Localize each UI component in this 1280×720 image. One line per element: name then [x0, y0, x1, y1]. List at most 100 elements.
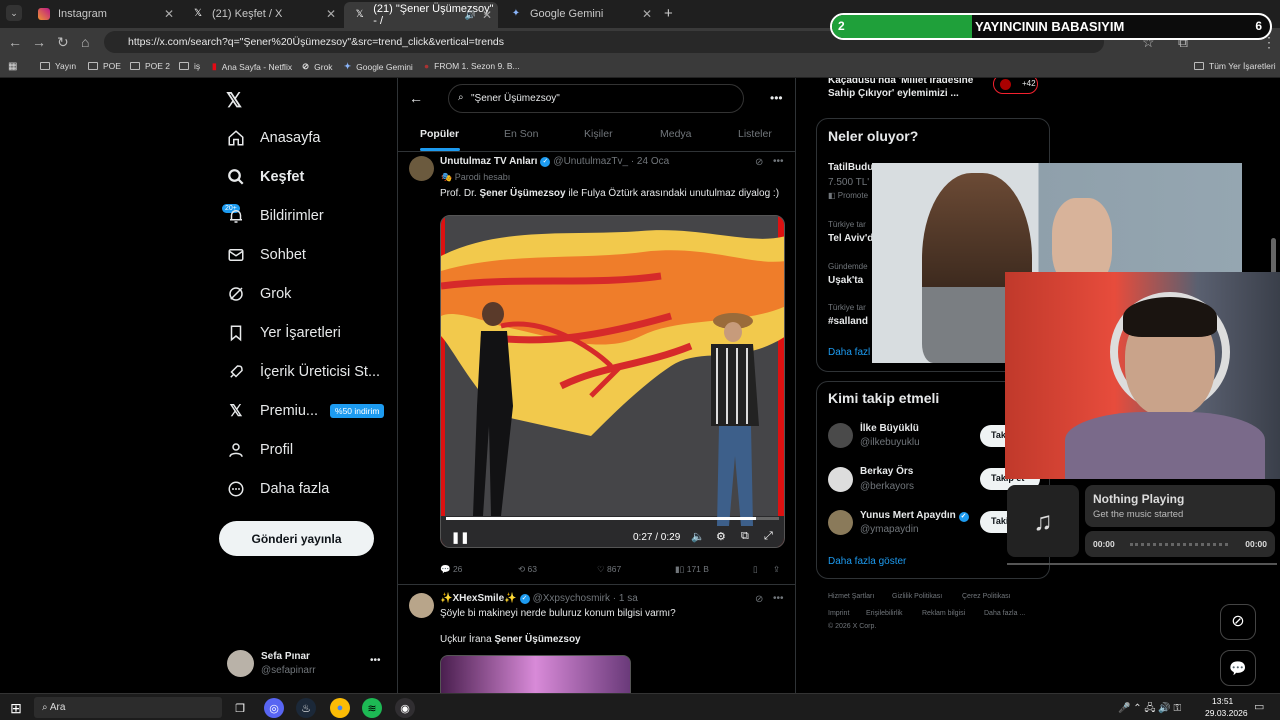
sidebar-item-profile[interactable]: Profil — [226, 440, 293, 460]
sidebar-item-bookmarks[interactable]: Yer İşaretleri — [226, 323, 341, 343]
clock-time[interactable]: 13:51 — [1212, 696, 1233, 706]
tab-latest[interactable]: En Son — [504, 128, 538, 140]
tab-instagram[interactable]: Instagram ✕ — [28, 3, 180, 25]
close-icon[interactable]: ✕ — [482, 8, 492, 22]
chrome-icon[interactable]: ● — [330, 698, 350, 718]
like-button[interactable]: ♡ 867 — [597, 564, 621, 575]
search-icon: ⌕ — [458, 92, 464, 103]
tab-gemini[interactable]: ✦ Google Gemini ✕ — [500, 3, 658, 25]
bookmark-poe[interactable]: POE — [88, 61, 121, 71]
sidebar-item-grok[interactable]: Grok — [226, 284, 291, 304]
bookmark-poe2[interactable]: POE 2 — [130, 61, 170, 71]
obs-icon[interactable]: ◉ — [395, 698, 415, 718]
close-icon[interactable]: ✕ — [642, 7, 652, 21]
avatar[interactable] — [828, 467, 853, 492]
follow-name[interactable]: Yunus Mert Apaydın ✓ — [860, 510, 969, 522]
more-options-icon[interactable]: ••• — [770, 91, 783, 105]
tweet-image[interactable] — [440, 655, 631, 693]
account-menu-icon[interactable]: ••• — [370, 655, 381, 666]
forward-icon[interactable]: → — [32, 34, 46, 50]
trends-show-more[interactable]: Daha fazl — [828, 347, 870, 358]
divider — [397, 151, 796, 152]
video-progress-track[interactable] — [446, 517, 779, 520]
tweet-more-icon[interactable]: ••• — [773, 593, 784, 604]
sidebar-item-home[interactable]: Anasayfa — [226, 128, 320, 148]
popout-icon[interactable]: ⧉ — [741, 530, 749, 543]
avatar[interactable] — [409, 593, 434, 618]
tab-lists[interactable]: Listeler — [738, 128, 772, 140]
trend-item[interactable]: TatilBudu — [828, 162, 873, 173]
tab-kesfet[interactable]: 𝕏 (21) Keşfet / X ✕ — [182, 3, 342, 25]
bookmark-yayin[interactable]: Yayın — [40, 61, 76, 71]
settings-icon[interactable]: ⚙ — [716, 530, 726, 543]
windows-start-icon[interactable]: ⊞ — [6, 698, 26, 718]
avatar — [1000, 79, 1011, 90]
reload-icon[interactable]: ↻ — [57, 34, 69, 51]
spotify-icon[interactable]: ≋ — [362, 698, 382, 718]
tab-list-button[interactable]: ⌄ — [6, 5, 22, 21]
pause-icon[interactable]: ❚❚ — [451, 531, 469, 544]
bookmark-from[interactable]: ● FROM 1. Sezon 9. B... — [424, 61, 520, 71]
avatar[interactable] — [828, 510, 853, 535]
avatar[interactable] — [828, 423, 853, 448]
sidebar-item-messages[interactable]: Sohbet — [226, 245, 306, 265]
trend-item[interactable]: 7.500 TL' — [828, 177, 869, 188]
new-tab-button[interactable]: + — [664, 5, 673, 22]
avatar[interactable] — [227, 650, 254, 677]
task-view-icon[interactable]: ❐ — [230, 698, 250, 718]
trend-item[interactable]: #salland — [828, 316, 868, 327]
close-icon[interactable]: ✕ — [164, 7, 174, 21]
grok-icon[interactable]: ⊘ — [755, 594, 763, 605]
tab-media[interactable]: Medya — [660, 128, 692, 140]
taskbar-search[interactable]: ⌕ Ara — [34, 697, 222, 718]
avatar[interactable] — [409, 156, 434, 181]
grok-icon[interactable]: ⊘ — [755, 157, 763, 168]
clock-date[interactable]: 29.03.2026 — [1205, 708, 1248, 718]
tweet-more-icon[interactable]: ••• — [773, 156, 784, 167]
tweet-video[interactable]: ❚❚ 0:27 / 0:29 🔈 ⚙ ⧉ ⤢ — [440, 215, 785, 548]
trend-snippet[interactable]: Kaçadusu'nda 'Millet iradesine Sahip Çıkı… — [828, 78, 973, 100]
bookmark-gemini[interactable]: ✦ Google Gemini — [344, 61, 413, 72]
volume-icon[interactable]: 🔈 — [691, 530, 705, 543]
tray-icons[interactable]: 🎤 ⌃ 🖧 🔊 ⚿ — [1118, 701, 1181, 718]
search-input[interactable]: ⌕ "Şener Üşümezsoy" — [448, 84, 744, 113]
x-logo-icon[interactable]: 𝕏 — [226, 88, 242, 113]
sidebar-item-creator-studio[interactable]: İçerik Üreticisi St... — [226, 362, 380, 382]
speaker-icon[interactable]: 🔊 — [465, 10, 476, 21]
follow-show-more[interactable]: Daha fazla göster — [828, 556, 906, 567]
reply-button[interactable]: 💬 26 — [440, 564, 462, 575]
home-icon[interactable]: ⌂ — [81, 34, 89, 50]
messages-fab[interactable]: 💬 — [1220, 650, 1256, 686]
follow-name[interactable]: Berkay Örs — [860, 466, 913, 477]
post-button[interactable]: Gönderi yayınla — [219, 521, 374, 556]
bookmark-netflix[interactable]: ▮ Ana Sayfa - Netflix — [212, 61, 292, 72]
sidebar-item-more[interactable]: Daha fazla — [226, 479, 329, 499]
grok-fab[interactable]: ⊘ — [1220, 604, 1256, 640]
views-button[interactable]: ▮▯ 171 B — [675, 564, 709, 575]
discord-icon[interactable]: ◎ — [264, 698, 284, 718]
bookmark-is[interactable]: iş — [179, 61, 200, 71]
avatar-stack[interactable]: +42 — [993, 78, 1038, 94]
sidebar-item-premium[interactable]: 𝕏 Premiu... %50 indirim — [226, 401, 385, 421]
bookmark-all[interactable]: Tüm Yer İşaretleri — [1194, 61, 1276, 71]
repost-button[interactable]: ⟲ 63 — [518, 564, 537, 575]
back-icon[interactable]: ← — [8, 34, 22, 50]
trend-item[interactable]: Uşak'ta — [828, 275, 863, 286]
video-time: 0:27 / 0:29 — [633, 532, 681, 543]
trend-item[interactable]: Tel Aviv'd — [828, 233, 873, 244]
tab-people[interactable]: Kişiler — [584, 128, 613, 140]
share-button[interactable]: ⇪ — [773, 564, 780, 575]
tab-search-active[interactable]: 𝕏 (21) "Şener Üşümezsoy" - / 🔊 ✕ — [344, 2, 498, 28]
sidebar-item-explore[interactable]: Keşfet — [226, 167, 304, 187]
fullscreen-icon[interactable]: ⤢ — [764, 530, 773, 543]
back-arrow-icon[interactable]: ← — [409, 90, 423, 106]
sidebar-item-notifications[interactable]: Bildirimler — [226, 206, 324, 226]
close-icon[interactable]: ✕ — [326, 7, 336, 21]
steam-icon[interactable]: ♨ — [296, 698, 316, 718]
apps-icon[interactable]: ▦ — [8, 61, 17, 72]
bookmark-grok[interactable]: ⊘ Grok — [302, 61, 333, 72]
tab-popular[interactable]: Popüler — [420, 128, 459, 140]
notification-icon[interactable]: ▭ — [1254, 700, 1264, 713]
bookmark-button[interactable]: ▯ — [753, 564, 758, 575]
follow-name[interactable]: İlke Büyüklü — [860, 423, 919, 434]
